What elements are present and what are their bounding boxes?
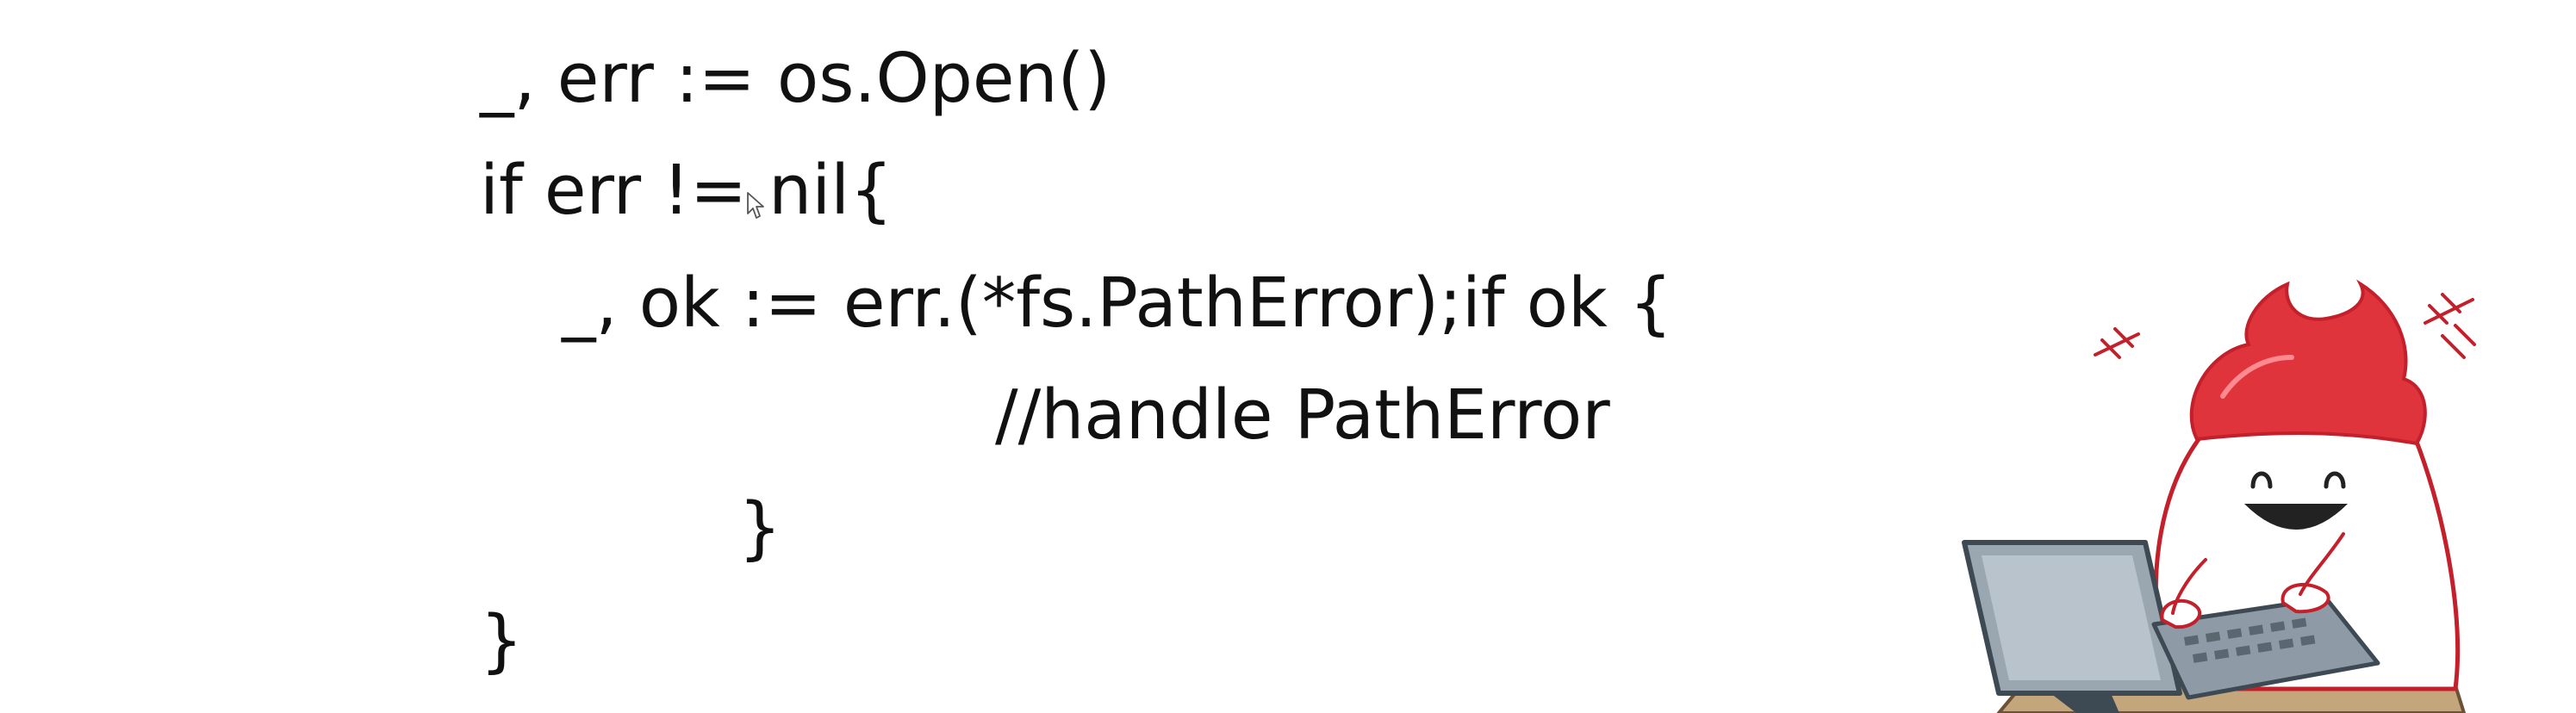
code-line-close-outer: } xyxy=(480,601,524,680)
code-line-comment: //handle PathError xyxy=(995,375,1610,455)
code-line-if-err: if err != nil{ xyxy=(480,151,893,230)
code-line-close-inner: } xyxy=(738,488,782,567)
code-line-type-assert: _, ok := err.(*fs.PathError);if ok { xyxy=(562,264,1673,343)
slide-canvas: _, err := os.Open() if err != nil{ _, ok… xyxy=(0,0,2576,713)
code-line-open: _, err := os.Open() xyxy=(480,39,1111,118)
gopher-mascot-icon xyxy=(1962,279,2476,713)
mouse-pointer-icon xyxy=(747,192,764,219)
